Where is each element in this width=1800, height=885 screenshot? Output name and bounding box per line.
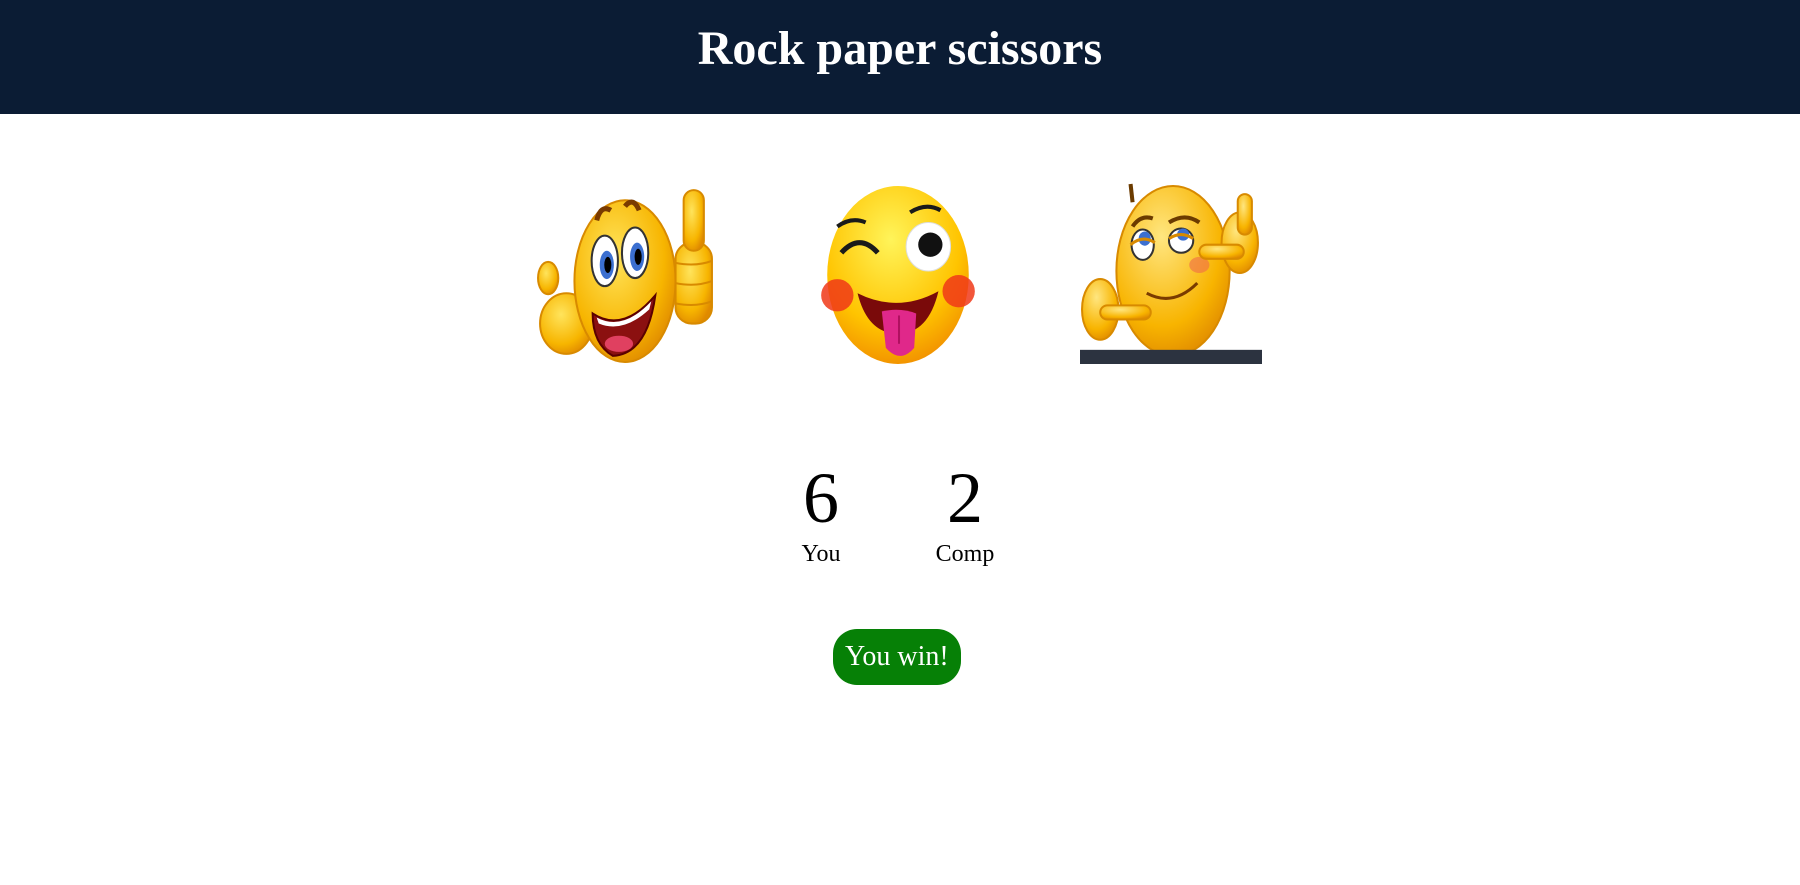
pointing-smirk-emoji-icon: [1080, 183, 1262, 364]
choice-rock[interactable]: [534, 182, 716, 364]
choices-container: [0, 114, 1800, 364]
comp-score: 2 Comp: [905, 455, 1025, 567]
choice-paper[interactable]: [807, 182, 989, 364]
page-title: Rock paper scissors: [697, 21, 1103, 75]
user-score-label: You: [801, 541, 841, 567]
comp-score-label: Comp: [935, 541, 995, 567]
winking-tongue-emoji-icon: [821, 186, 975, 364]
result-message: You win!: [833, 629, 961, 685]
header: Rock paper scissors: [0, 0, 1800, 114]
scoreboard: 6 You 2 Comp: [0, 455, 1800, 575]
choice-scissors[interactable]: [1080, 182, 1262, 364]
comp-score-value: 2: [947, 458, 983, 538]
user-score: 6 You: [761, 455, 881, 567]
user-score-value: 6: [803, 458, 839, 538]
thumbs-up-emoji-icon: [537, 189, 713, 363]
